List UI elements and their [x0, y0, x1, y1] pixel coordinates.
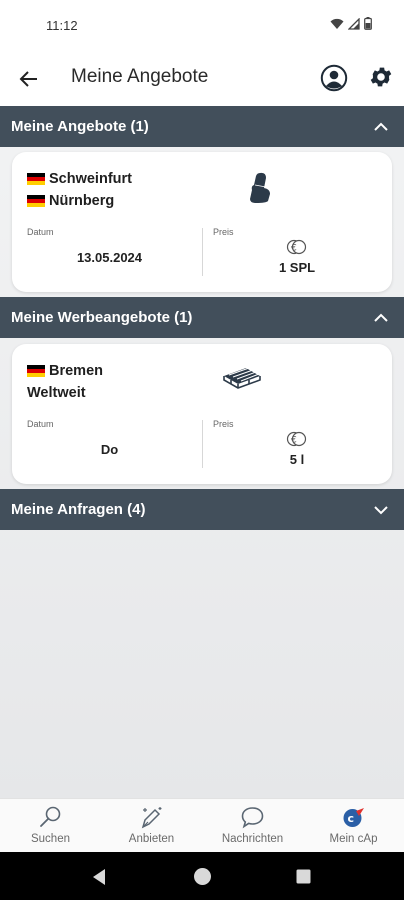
wifi-icon	[330, 18, 344, 29]
divider	[202, 228, 203, 276]
svg-text:c: c	[348, 812, 355, 825]
home-circle-icon[interactable]	[193, 867, 212, 886]
divider	[202, 420, 203, 468]
offer-card[interactable]: Schweinfurt Nürnberg Datum 13.05.2024 Pr…	[12, 152, 392, 292]
signal-icon	[348, 17, 360, 30]
app-bar: Meine Angebote	[0, 52, 404, 106]
bottom-navigation: Suchen Anbieten Nachrichten c Mein cAp	[0, 798, 404, 852]
promo-offer-card[interactable]: Bremen Weltweit Datum Do Preis € 5 l	[12, 344, 392, 484]
nav-label: Suchen	[30, 833, 70, 845]
flag-de-icon	[27, 195, 45, 207]
arrow-back-icon	[19, 71, 37, 87]
status-icons	[330, 17, 372, 30]
chevron-up-icon	[374, 122, 388, 131]
price-value: 1 SPL	[278, 260, 316, 275]
pen-sparkle-icon	[141, 807, 162, 829]
section-title: Meine Anfragen (4)	[11, 501, 146, 518]
route-origin: Bremen	[49, 363, 103, 379]
section-header-meine-angebote[interactable]: Meine Angebote (1)	[0, 106, 404, 147]
status-bar: 11:12	[0, 0, 404, 52]
price-label: Preis	[213, 419, 234, 429]
search-icon	[40, 806, 61, 827]
date-label: Datum	[27, 227, 54, 237]
profile-icon[interactable]	[320, 64, 348, 92]
chat-bubble-icon	[241, 807, 264, 829]
section-title: Meine Angebote (1)	[11, 118, 149, 135]
cap-logo-icon: c	[343, 808, 364, 827]
nav-label: Anbieten	[128, 833, 175, 845]
back-triangle-icon[interactable]	[91, 868, 107, 886]
nav-item-anbieten[interactable]: Anbieten	[101, 799, 202, 853]
gear-icon[interactable]	[368, 64, 394, 90]
route: Schweinfurt Nürnberg	[27, 168, 132, 212]
nav-label: Nachrichten	[221, 833, 284, 845]
flag-de-icon	[27, 173, 45, 185]
chevron-down-icon	[374, 506, 388, 515]
system-navigation-bar	[0, 852, 404, 900]
back-button[interactable]	[14, 64, 44, 94]
flag-de-icon	[27, 365, 45, 377]
route: Bremen Weltweit	[27, 360, 103, 404]
car-seat-icon	[250, 172, 270, 203]
nav-item-mein-cap[interactable]: c Mein cAp	[303, 799, 404, 853]
nav-item-nachrichten[interactable]: Nachrichten	[202, 799, 303, 853]
coins-icon: €	[286, 431, 307, 447]
section-title: Meine Werbeangebote (1)	[11, 309, 193, 326]
section-header-meine-werbeangebote[interactable]: Meine Werbeangebote (1)	[0, 297, 404, 338]
svg-text:€: €	[291, 244, 297, 254]
price-value: 5 l	[289, 452, 305, 467]
route-destination: Weltweit	[27, 385, 86, 401]
recents-square-icon[interactable]	[296, 869, 311, 884]
page-title: Meine Angebote	[71, 66, 209, 87]
date-label: Datum	[27, 419, 54, 429]
section-header-meine-anfragen[interactable]: Meine Anfragen (4)	[0, 489, 404, 530]
status-time: 11:12	[46, 18, 78, 33]
coins-icon: €	[286, 239, 307, 255]
route-origin: Schweinfurt	[49, 171, 132, 187]
date-value: Do	[100, 442, 119, 457]
content-area: Meine Angebote (1) Schweinfurt Nürnberg …	[0, 106, 404, 798]
price-label: Preis	[213, 227, 234, 237]
svg-text:€: €	[291, 436, 297, 446]
date-value: 13.05.2024	[76, 250, 143, 265]
nav-item-suchen[interactable]: Suchen	[0, 799, 101, 853]
chevron-up-icon	[374, 313, 388, 322]
pallet-icon	[223, 367, 261, 389]
route-destination: Nürnberg	[49, 193, 115, 209]
battery-icon	[364, 17, 372, 30]
nav-label: Mein cAp	[329, 833, 378, 845]
